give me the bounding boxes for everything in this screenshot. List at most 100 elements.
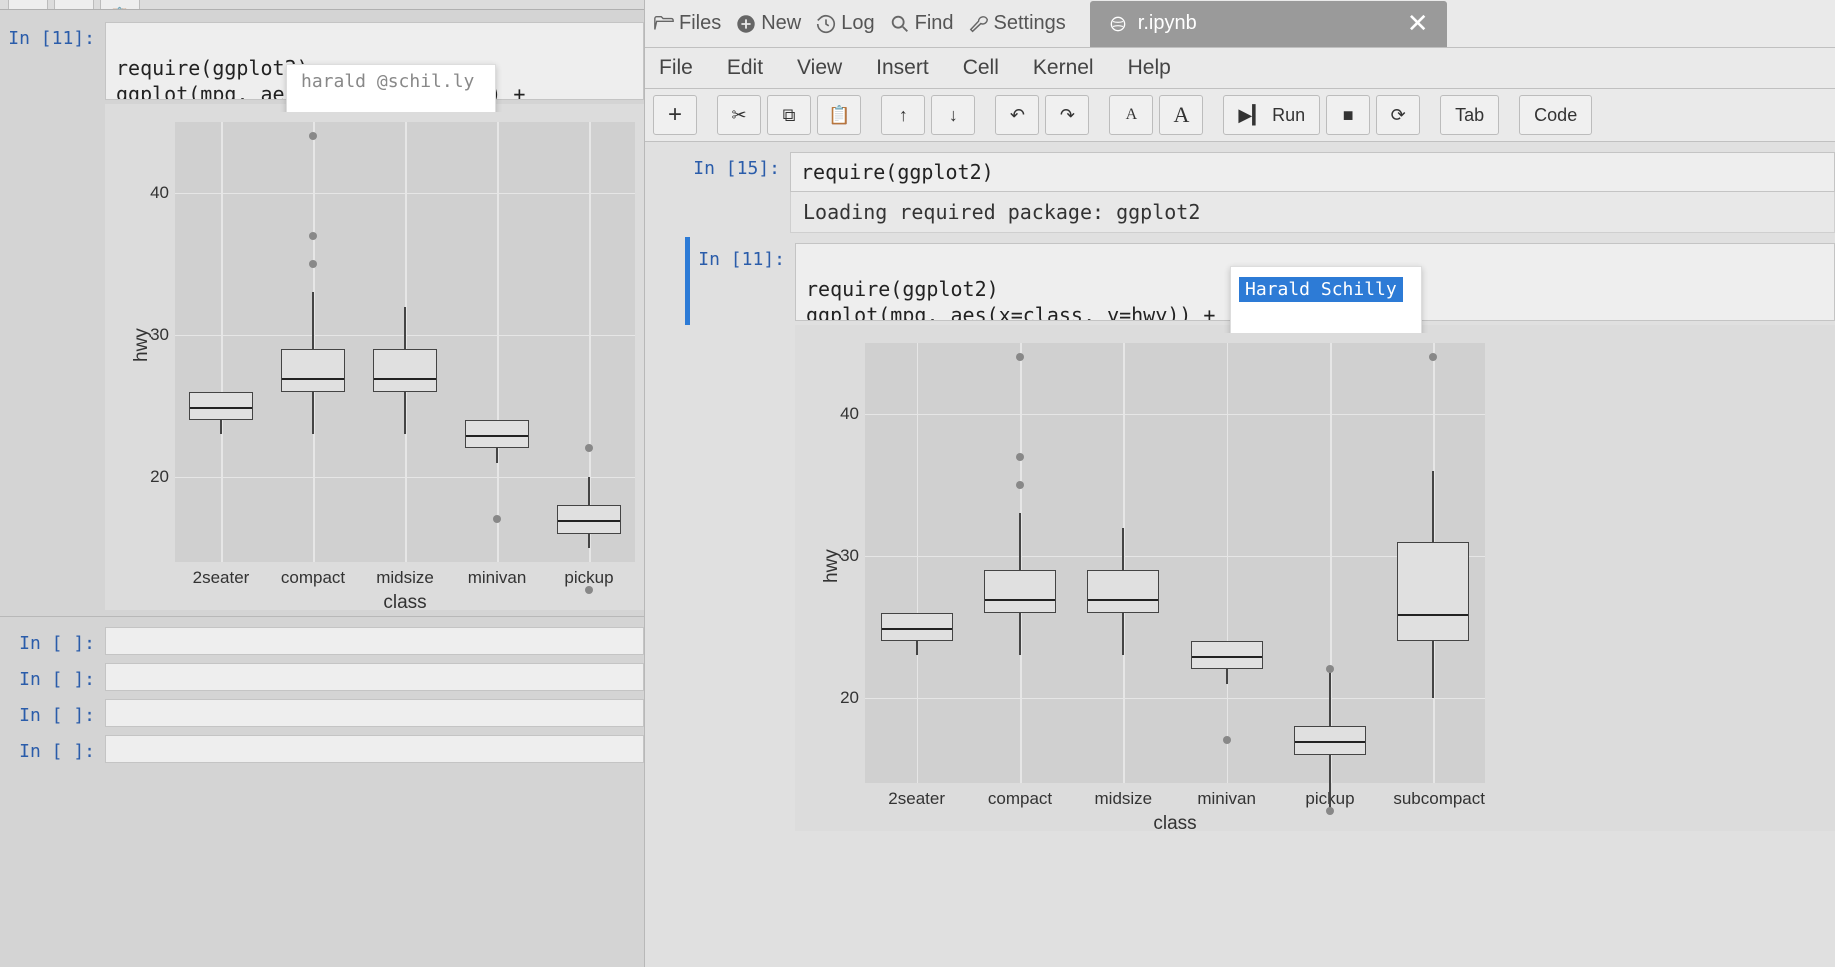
nav-files[interactable]: Files [653,12,721,35]
boxplot-box [1087,570,1159,613]
menu-edit[interactable]: Edit [727,56,763,80]
stop-button[interactable]: ■ [1326,95,1370,135]
outlier-point [309,132,317,140]
outlier-point [493,515,501,523]
menu-insert[interactable]: Insert [876,56,929,80]
x-tick-label: minivan [457,568,537,588]
code-cell-empty: In [ ]: [0,623,644,659]
y-tick-label: 40 [150,183,169,203]
boxplot-box [1191,641,1263,669]
code-input[interactable]: require(ggplot2) [790,152,1835,192]
cell-prompt: In [11]: [690,243,795,321]
nav-label: Settings [994,12,1066,35]
code-input-empty[interactable] [105,735,644,763]
boxplot-box [373,349,437,392]
menu-file[interactable]: File [659,56,693,80]
run-button[interactable]: ▶▎Run [1223,95,1320,135]
x-tick-label: minivan [1187,789,1267,809]
x-tick-label: midsize [365,568,445,588]
move-down-button[interactable]: ↓ [931,95,975,135]
cut-button[interactable]: ✂ [717,95,761,135]
notebook-scroll-area[interactable]: In [15]: require(ggplot2) Loading requir… [645,142,1835,967]
outlier-point [309,232,317,240]
boxplot-box [281,349,345,392]
file-tab[interactable]: r.ipynb ✕ [1090,1,1447,47]
code-line: require(ggplot2) [116,56,309,80]
outlier-point [1016,453,1024,461]
menu-cell[interactable]: Cell [963,56,999,80]
boxplot-box [465,420,529,448]
code-input-empty[interactable] [105,699,644,727]
notebook-menubar: File Edit View Insert Cell Kernel Help [645,48,1835,89]
collaborator-name: Harald Schilly [1239,277,1403,302]
menu-kernel[interactable]: Kernel [1033,56,1094,80]
cell-prompt: In [ ]: [0,627,105,655]
right-pane: Files New Log Find Settings r.ipynb ✕ Fi… [645,0,1835,967]
nav-label: Log [841,12,874,35]
code-line: require(ggplot2) [806,277,999,301]
menu-view[interactable]: View [797,56,842,80]
code-cell-empty: In [ ]: [0,659,644,695]
outlier-point [1016,481,1024,489]
boxplot-box [984,570,1056,613]
toolbar-button-fragment[interactable]: ⧉ [54,0,94,10]
cell-prompt: In [15]: [685,152,790,233]
undo-button[interactable]: ↶ [995,95,1039,135]
nav-settings[interactable]: Settings [968,12,1066,35]
font-decrease-button[interactable]: A [1109,95,1153,135]
close-icon[interactable]: ✕ [1407,8,1429,39]
x-tick-label: compact [273,568,353,588]
cell-type-select[interactable]: Code [1519,95,1592,135]
add-cell-button[interactable]: + [653,95,697,135]
boxplot-box [189,392,253,420]
code-input-empty[interactable] [105,627,644,655]
x-tick-label: 2seater [181,568,261,588]
left-toolbar-partial: ✂ ⧉ 📋 [0,0,644,10]
wrench-icon [968,13,990,35]
code-cell-empty: In [ ]: [0,695,644,731]
toolbar-button-fragment[interactable]: 📋 [100,0,140,10]
x-tick-label: midsize [1083,789,1163,809]
outlier-point [1016,353,1024,361]
outlier-point [1326,665,1334,673]
font-increase-button[interactable]: A [1159,95,1203,135]
nav-new[interactable]: New [735,12,801,35]
toolbar-button-fragment[interactable]: ✂ [8,0,48,10]
notebook-toolbar: + ✂ ⧉ 📋 ↑ ↓ ↶ ↷ A A ▶▎Run ■ ⟳ Tab Code [645,89,1835,142]
redo-button[interactable]: ↷ [1045,95,1089,135]
restart-button[interactable]: ⟳ [1376,95,1420,135]
outlier-point [585,444,593,452]
code-input-empty[interactable] [105,663,644,691]
boxplot-box [881,613,953,641]
y-axis-title: hwy [821,549,843,583]
left-pane: ✂ ⧉ 📋 In [11]: require(ggplot2) ggplot(m… [0,0,645,967]
cell-output: Loading required package: ggplot2 [790,192,1835,233]
menu-help[interactable]: Help [1128,56,1171,80]
tab-button[interactable]: Tab [1440,95,1499,135]
folder-open-icon [653,13,675,35]
history-icon [815,13,837,35]
tab-filename: r.ipynb [1138,12,1197,35]
collaborator-cursor-popup: Harald Schilly [1230,266,1422,338]
move-up-button[interactable]: ↑ [881,95,925,135]
cell-prompt: In [11]: [0,22,105,100]
x-axis-title: class [175,592,635,614]
plot-output: 203040hwy2seatercompactmidsizeminivanpic… [795,325,1835,831]
nav-find[interactable]: Find [889,12,954,35]
copy-button[interactable]: ⧉ [767,95,811,135]
code-cell: In [15]: require(ggplot2) Loading requir… [685,142,1835,237]
paste-button[interactable]: 📋 [817,95,861,135]
search-icon [889,13,911,35]
boxplot-box [1397,542,1469,641]
nav-label: Find [915,12,954,35]
nav-log[interactable]: Log [815,12,874,35]
cell-prompt: In [ ]: [0,699,105,727]
outlier-point [309,260,317,268]
play-icon: ▶▎ [1238,105,1266,126]
y-tick-label: 40 [840,404,859,424]
nav-label: Files [679,12,721,35]
y-tick-label: 20 [840,688,859,708]
y-axis-title: hwy [131,328,153,362]
code-cell-empty: In [ ]: [0,731,644,767]
y-tick-label: 20 [150,467,169,487]
